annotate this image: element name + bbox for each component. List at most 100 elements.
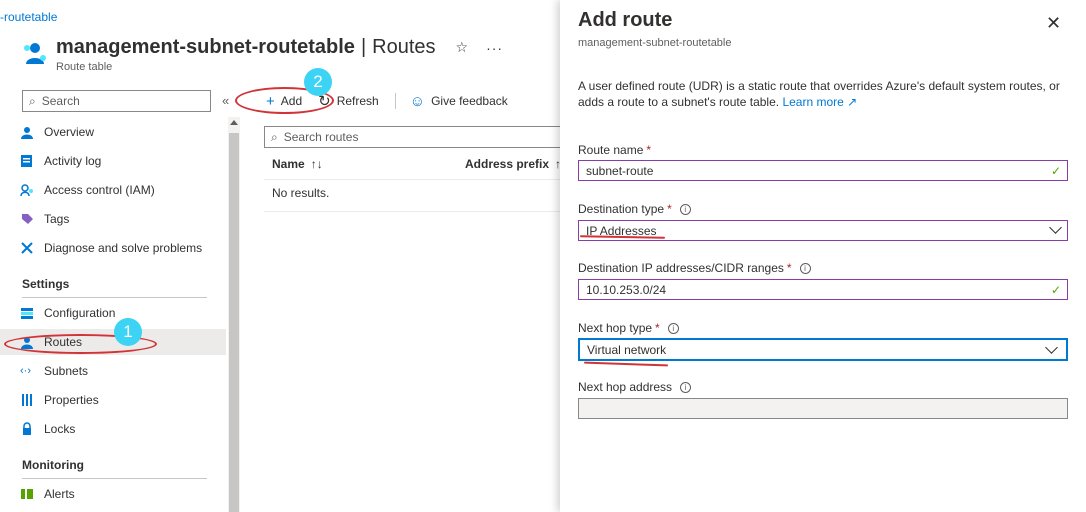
sidebar-item-diagnose[interactable]: Diagnose and solve problems: [20, 235, 202, 261]
search-icon: ⌕: [271, 129, 278, 144]
sidebar-search-input[interactable]: ⌕ Search: [22, 90, 211, 112]
panel-description: A user defined route (UDR) is a static r…: [578, 78, 1073, 110]
route-table-icon: [22, 40, 48, 66]
sidebar-scrollbar[interactable]: [228, 117, 240, 512]
info-icon[interactable]: i: [680, 381, 692, 393]
destination-cidr-value: 10.10.253.0/24: [586, 282, 667, 297]
sidebar-item-properties[interactable]: Properties: [20, 387, 99, 413]
properties-icon: [20, 393, 34, 407]
field-label-text: Destination type: [578, 202, 665, 216]
page-header: management-subnet-routetable | Routes ☆ …: [22, 36, 503, 73]
destination-cidr-field[interactable]: 10.10.253.0/24 ✓: [578, 279, 1068, 300]
destination-type-label: Destination type * i: [578, 202, 691, 216]
annotation-underline-next-hop-type: [583, 361, 669, 367]
table-row-divider: [264, 211, 560, 212]
tag-icon: [20, 212, 34, 226]
sidebar-item-label: Locks: [44, 422, 76, 436]
chevron-down-icon: [1049, 221, 1062, 234]
column-header-address-prefix[interactable]: Address prefix↑↓: [465, 157, 567, 171]
sidebar-item-label: Configuration: [44, 306, 116, 320]
lock-icon: [20, 422, 34, 436]
next-hop-type-value: Virtual network: [587, 342, 667, 357]
activity-log-icon: [20, 154, 34, 168]
iam-icon: [20, 183, 34, 197]
routes-search-placeholder: Search routes: [283, 130, 359, 144]
table-header-divider: [264, 179, 560, 180]
close-icon[interactable]: ✕: [1046, 13, 1061, 34]
next-hop-address-label: Next hop address i: [578, 380, 692, 394]
sidebar-item-label: Alerts: [44, 487, 75, 501]
page-section: Routes: [372, 36, 436, 58]
sidebar-item-label: Properties: [44, 393, 99, 407]
learn-more-link[interactable]: Learn more ↗: [782, 95, 857, 109]
sidebar-item-access-control[interactable]: Access control (IAM): [20, 177, 155, 203]
panel-subtitle: management-subnet-routetable: [578, 37, 732, 49]
field-label-text: Next hop type: [578, 321, 653, 335]
page-subtitle: Route table: [56, 61, 113, 73]
give-feedback-button[interactable]: ☺ Give feedback: [410, 93, 508, 110]
refresh-label: Refresh: [336, 94, 379, 108]
sidebar-item-alerts[interactable]: Alerts: [20, 481, 75, 507]
route-name-label: Route name *: [578, 143, 651, 157]
configuration-icon: [20, 306, 34, 320]
title-separator: |: [360, 36, 367, 58]
sidebar-item-label: Diagnose and solve problems: [44, 241, 203, 255]
sidebar-item-label: Tags: [44, 212, 70, 226]
sidebar-item-subnets[interactable]: ‹·› Subnets: [20, 358, 88, 384]
ellipsis-icon[interactable]: ···: [486, 40, 503, 56]
routes-search-input[interactable]: ⌕ Search routes: [264, 126, 560, 148]
panel-title: Add route: [578, 9, 673, 31]
settings-heading: Settings: [22, 277, 70, 291]
sidebar-item-locks[interactable]: Locks: [20, 416, 75, 442]
feedback-icon: ☺: [409, 92, 426, 110]
breadcrumb[interactable]: -routetable: [0, 10, 57, 24]
scroll-up-icon[interactable]: [230, 120, 238, 125]
next-hop-type-dropdown[interactable]: Virtual network: [578, 338, 1068, 361]
field-label-text: Destination IP addresses/CIDR ranges: [578, 261, 784, 275]
checkmark-icon: ✓: [1050, 163, 1061, 178]
star-icon[interactable]: ☆: [456, 39, 469, 56]
wrench-icon: [20, 241, 34, 255]
annotation-badge-2: 2: [304, 68, 332, 96]
sidebar-item-overview[interactable]: Overview: [20, 119, 94, 145]
sort-icon: ↑↓: [310, 157, 323, 171]
sidebar-search-placeholder: Search: [41, 94, 80, 108]
sidebar-item-tags[interactable]: Tags: [20, 206, 69, 232]
toolbar-divider: [394, 93, 396, 109]
next-hop-address-field[interactable]: [578, 398, 1068, 419]
checkmark-icon: ✓: [1050, 282, 1061, 297]
external-link-icon: ↗: [847, 95, 858, 109]
collapse-sidebar-icon[interactable]: «: [222, 93, 229, 108]
destination-cidr-label: Destination IP addresses/CIDR ranges * i: [578, 261, 811, 275]
next-hop-type-label: Next hop type * i: [578, 321, 679, 335]
learn-more-label: Learn more: [782, 95, 844, 109]
required-marker: *: [667, 202, 672, 216]
route-name-value: subnet-route: [586, 163, 654, 178]
info-icon[interactable]: i: [679, 203, 691, 215]
required-marker: *: [786, 261, 792, 275]
monitoring-divider: [22, 478, 207, 479]
page-title: management-subnet-routetable: [56, 36, 355, 58]
field-label-text: Route name: [578, 143, 644, 157]
info-icon[interactable]: i: [799, 262, 811, 274]
column-header-label: Name: [272, 157, 305, 171]
sidebar-item-configuration[interactable]: Configuration: [20, 300, 115, 326]
chevron-down-icon: [1045, 341, 1058, 354]
info-icon[interactable]: i: [667, 322, 679, 334]
required-marker: *: [655, 321, 660, 335]
monitoring-heading: Monitoring: [22, 458, 84, 472]
search-icon: ⌕: [29, 93, 36, 108]
route-name-field[interactable]: subnet-route ✓: [578, 160, 1068, 181]
column-header-name[interactable]: Name ↑↓: [272, 157, 323, 171]
add-route-panel: Add route management-subnet-routetable ✕…: [560, 0, 1086, 512]
settings-divider: [22, 297, 207, 298]
sidebar-item-label: Subnets: [44, 364, 89, 378]
sidebar-item-label: Activity log: [44, 154, 102, 168]
sidebar-item-label: Access control (IAM): [44, 183, 155, 197]
sidebar-item-label: Overview: [44, 125, 95, 139]
alerts-icon: [20, 487, 34, 501]
sidebar-item-activity-log[interactable]: Activity log: [20, 148, 101, 174]
scrollbar-thumb[interactable]: [229, 133, 239, 512]
feedback-label: Give feedback: [431, 94, 508, 108]
overview-icon: [20, 125, 34, 139]
